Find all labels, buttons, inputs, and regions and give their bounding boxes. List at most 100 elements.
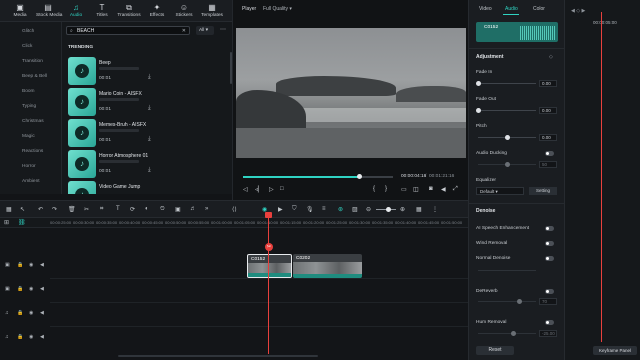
wind-removal-toggle[interactable] [545, 241, 554, 246]
visibility-icon[interactable]: ◉ [29, 334, 33, 340]
equalizer-setting-button[interactable]: Setting [529, 187, 557, 195]
clear-search-icon[interactable]: ✕ [182, 28, 186, 34]
image-icon[interactable]: ▨ [352, 206, 358, 213]
ai-speech-toggle[interactable] [545, 226, 554, 231]
prev-frame-icon[interactable]: ◁ [243, 186, 248, 193]
layout-icon[interactable]: ▦ [6, 206, 12, 213]
toolbar-stickers-button[interactable]: ☺ Stickers [172, 3, 196, 21]
tab-color[interactable]: Color [533, 6, 545, 12]
download-icon[interactable]: ⤓ [148, 167, 151, 174]
rotate-icon[interactable]: ⟳ [130, 206, 135, 213]
video-preview[interactable] [236, 28, 466, 158]
keyframe-playhead[interactable] [601, 12, 602, 342]
green-screen-icon[interactable]: ▣ [175, 206, 181, 213]
download-icon[interactable]: ⤓ [148, 105, 151, 112]
slider-handle[interactable] [510, 331, 516, 336]
slider-handle[interactable] [476, 108, 481, 113]
zoom-out-icon[interactable]: ⊖ [366, 206, 371, 213]
toolbar-effects-button[interactable]: ✦ Effects [145, 3, 169, 21]
mark-out-icon[interactable]: } [385, 186, 387, 192]
slider-handle[interactable] [476, 81, 481, 86]
playhead[interactable] [268, 214, 269, 354]
category-item[interactable]: Horror [22, 164, 36, 169]
normal-denoise-slider[interactable] [478, 270, 536, 271]
download-icon[interactable]: ⤓ [148, 136, 151, 143]
search-input[interactable] [77, 28, 177, 34]
pitch-value[interactable]: 0.00 [539, 134, 557, 141]
lock-icon[interactable]: 🔒 [17, 310, 23, 316]
dereverb-slider[interactable] [478, 299, 536, 304]
equalizer-select[interactable]: Default ▾ [476, 187, 524, 195]
seek-bar[interactable] [243, 174, 393, 179]
split-icon[interactable]: ✂ [84, 206, 89, 213]
category-item[interactable]: Beep & Bell [22, 74, 47, 79]
filter-select[interactable]: All ▾ [196, 26, 214, 35]
undo-icon[interactable]: ↶ [38, 206, 43, 213]
toolbar-stock-media-button[interactable]: ▤ Stock Media [36, 3, 62, 21]
mark-in-icon[interactable]: { [373, 186, 375, 192]
slider-handle[interactable] [505, 162, 510, 167]
camera-icon[interactable]: ◙ [429, 186, 433, 192]
audio-ducking-toggle[interactable] [545, 151, 554, 156]
fade-in-slider[interactable] [476, 81, 536, 86]
volume-icon[interactable]: ◀︎ [441, 186, 446, 193]
fade-out-value[interactable]: 0.00 [539, 107, 557, 114]
snapshot-icon[interactable]: ◫ [413, 186, 419, 193]
category-item[interactable]: Click [22, 44, 32, 49]
timeline-clip[interactable]: C0202 [293, 254, 362, 278]
category-item[interactable]: Boom [22, 89, 35, 94]
keyframe-panel-button[interactable]: Keyframe Panel [593, 346, 637, 355]
pointer-icon[interactable]: ↖ [20, 206, 25, 213]
ducking-slider[interactable] [478, 162, 536, 167]
mute-icon[interactable]: ◀︎ [40, 262, 44, 268]
visibility-icon[interactable]: ◉ [29, 262, 33, 268]
category-item[interactable]: Reactions [22, 149, 43, 154]
step-back-icon[interactable]: ◃▏ [255, 186, 263, 193]
add-track-icon[interactable]: ⊞ [4, 219, 9, 226]
pitch-slider[interactable] [478, 135, 536, 140]
download-icon[interactable]: ⤓ [148, 74, 151, 81]
category-item[interactable]: Transition [22, 59, 43, 64]
keyframe-nav-icon[interactable]: ◀ ◇ ▶ [571, 8, 585, 14]
color-icon[interactable]: ◐ [145, 206, 149, 212]
hum-removal-slider[interactable] [478, 331, 536, 336]
hum-removal-toggle[interactable] [545, 320, 554, 325]
play-icon[interactable]: ▷ [269, 186, 274, 193]
visibility-icon[interactable]: ◉ [29, 310, 33, 316]
lock-icon[interactable]: 🔒 [17, 286, 23, 292]
text-icon[interactable]: T [116, 206, 120, 212]
toolbar-audio-button[interactable]: ♫ Audio [64, 3, 88, 23]
reset-button[interactable]: Reset [476, 346, 514, 355]
category-item[interactable]: Magic [22, 134, 35, 139]
mute-icon[interactable]: ◀︎ [40, 310, 44, 316]
delete-icon[interactable]: 🗑 [68, 206, 76, 213]
toolbar-templates-button[interactable]: ▦ Templates [200, 3, 224, 21]
ai-icon[interactable]: ⊛ [338, 206, 343, 213]
voiceover-icon[interactable]: ≡ [322, 206, 326, 212]
zoom-handle[interactable] [386, 207, 391, 212]
category-item[interactable]: Glitch [22, 29, 34, 34]
microphone-icon[interactable]: 🎙 [306, 206, 314, 213]
sound-item[interactable]: ♪ Video Game Jump [68, 181, 218, 194]
marker-icon[interactable]: ⟨⟩ [232, 206, 237, 213]
fade-in-value[interactable]: 0.00 [539, 80, 557, 87]
sound-item[interactable]: ♪ Beep 00:01 ⤓ [68, 57, 218, 87]
ducking-value[interactable]: 50 [539, 161, 557, 168]
diamond-icon[interactable]: ◇ [549, 54, 553, 60]
hum-removal-value[interactable]: -25.00 [539, 330, 557, 337]
shield-icon[interactable]: ⛉ [292, 206, 297, 213]
timeline-ruler[interactable]: ⊞ ⛓ 00:00:25:00 00:00:30:00 00:00:35:00 00:… [0, 218, 468, 228]
normal-denoise-toggle[interactable] [545, 256, 554, 261]
more-tools-icon[interactable]: » [205, 206, 208, 212]
toolbar-media-button[interactable]: ▣ Media [8, 3, 32, 21]
link-icon[interactable]: ⛓ [18, 219, 26, 226]
crop-icon[interactable]: ⌗ [100, 206, 103, 213]
sound-item[interactable]: ♪ Horror Atmosphere 01 00:01 ⤓ [68, 150, 218, 180]
stop-icon[interactable]: □ [280, 186, 284, 192]
redo-icon[interactable]: ↷ [52, 206, 57, 213]
dereverb-value[interactable]: 70 [539, 298, 557, 305]
seek-handle[interactable] [356, 174, 362, 179]
sound-item[interactable]: ♪ Mario Coin - AISFX 00:01 ⤓ [68, 88, 218, 118]
render-icon[interactable]: ▶ [278, 206, 283, 213]
tab-video[interactable]: Video [479, 6, 492, 12]
